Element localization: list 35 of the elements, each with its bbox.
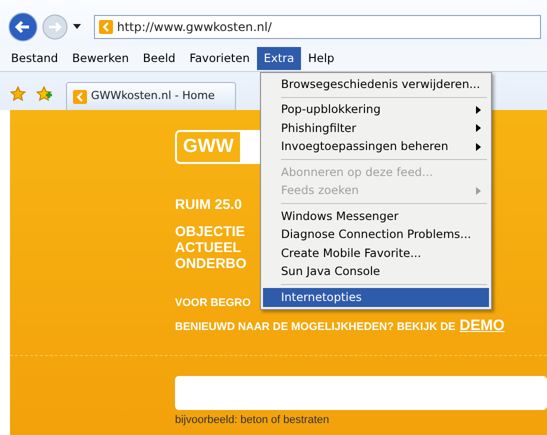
menu-item[interactable]: Internetopties bbox=[263, 288, 489, 306]
add-favorite-icon[interactable] bbox=[36, 86, 52, 102]
menu-item[interactable]: Windows Messenger bbox=[263, 207, 489, 226]
search-field[interactable] bbox=[175, 376, 547, 410]
site-icon bbox=[99, 20, 113, 34]
menu-bar-item[interactable]: Bestand bbox=[4, 46, 66, 70]
menu-item[interactable]: Browsegeschiedenis verwijderen... bbox=[263, 75, 489, 94]
address-text: http://www.gwwkosten.nl/ bbox=[117, 19, 272, 36]
menu-bar-item[interactable]: Bewerken bbox=[65, 46, 136, 70]
menu-item[interactable]: Diagnose Connection Problems... bbox=[263, 226, 489, 244]
cta-text: BENIEUWD NAAR DE MOGELIJKHEDEN? BEKIJK DE bbox=[175, 320, 456, 334]
headline-line: OBJECTIE bbox=[175, 223, 246, 239]
menu-bar-item[interactable]: Favorieten bbox=[182, 46, 257, 70]
menu-bar-item[interactable]: Beeld bbox=[136, 46, 182, 70]
address-bar[interactable]: http://www.gwwkosten.nl/ bbox=[94, 15, 541, 39]
search-hint: bijvoorbeeld: beton of bestraten bbox=[175, 413, 330, 428]
menu-bar-item[interactable]: Extra bbox=[256, 46, 302, 70]
dropdown-icon[interactable] bbox=[72, 24, 82, 30]
menu-item: Abonneren op deze feed... bbox=[280, 164, 434, 181]
browser-tab[interactable]: GWWkosten.nl - Home bbox=[66, 82, 236, 110]
menu-bar-item[interactable]: Help bbox=[301, 46, 342, 70]
headline-line: ONDERBO bbox=[175, 255, 247, 271]
menu-item[interactable]: Phishingfilter bbox=[263, 119, 489, 138]
menu-item[interactable]: Pop-upblokkering bbox=[263, 100, 489, 119]
headline-line: ACTUEEL bbox=[175, 239, 242, 255]
site-icon bbox=[73, 90, 87, 104]
menu-item[interactable]: Create Mobile Favorite... bbox=[263, 244, 489, 262]
intro-text: VOOR BEGRO bbox=[175, 296, 251, 311]
tab-title: GWWkosten.nl - Home bbox=[91, 88, 215, 104]
menu-item[interactable]: Sun Java Console bbox=[263, 262, 489, 281]
menu-item[interactable]: Invoegtoepassingen beheren bbox=[263, 138, 489, 156]
back-icon[interactable] bbox=[8, 12, 38, 42]
headline: RUIM 25.0 bbox=[175, 195, 242, 214]
favorites-star-icon[interactable] bbox=[10, 86, 26, 102]
menu-item: Feeds zoeken bbox=[263, 182, 489, 200]
